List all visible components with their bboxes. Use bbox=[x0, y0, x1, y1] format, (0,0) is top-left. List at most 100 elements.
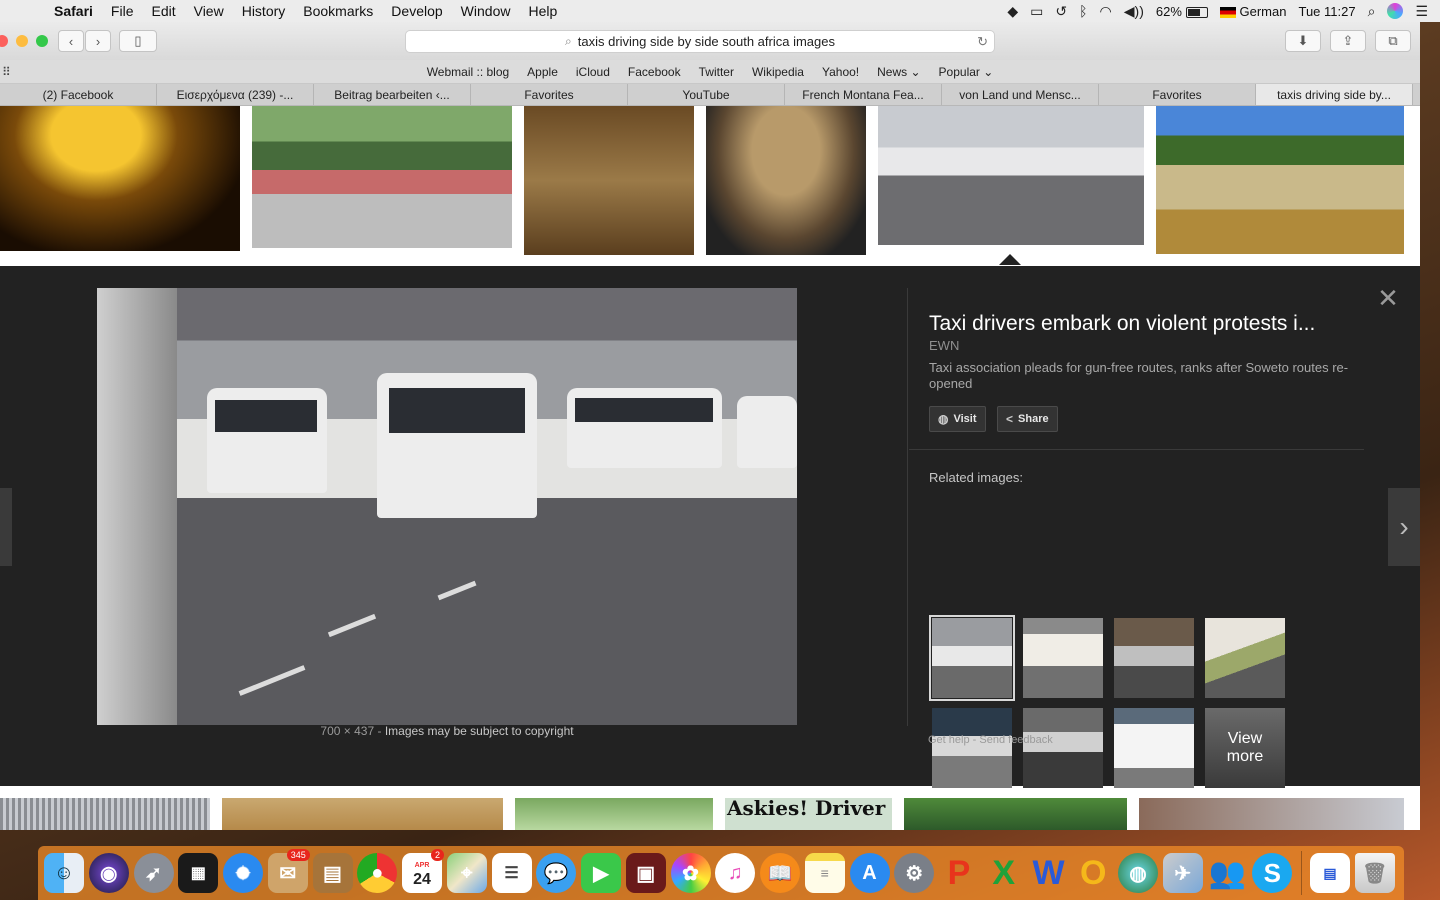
menu-help[interactable]: Help bbox=[519, 3, 566, 19]
dock-ibooks[interactable]: 📖 bbox=[758, 851, 802, 895]
dock-powerpoint[interactable]: P bbox=[937, 851, 981, 895]
dock-safari[interactable]: ✦ bbox=[221, 851, 265, 895]
tab-taxis-search[interactable]: taxis driving side by... bbox=[1256, 84, 1413, 105]
result-thumbnail[interactable] bbox=[515, 798, 713, 830]
copyright-notice[interactable]: Images may be subject to copyright bbox=[385, 724, 574, 738]
preview-image[interactable] bbox=[97, 288, 797, 725]
dock-finder[interactable]: ☺ bbox=[42, 851, 86, 895]
reload-icon[interactable]: ↻ bbox=[977, 34, 988, 50]
fav-icloud[interactable]: iCloud bbox=[576, 65, 610, 79]
tab-inbox[interactable]: Εισερχόμενα (239) -... bbox=[157, 84, 314, 105]
result-thumbnail-text[interactable]: Askies! Driver bbox=[725, 798, 892, 830]
related-image-thumbnail[interactable] bbox=[932, 708, 1012, 788]
menu-edit[interactable]: Edit bbox=[142, 3, 184, 19]
battery-status[interactable]: 62% bbox=[1156, 4, 1208, 19]
dock-system-preferences[interactable]: ⚙ bbox=[892, 851, 936, 895]
dock-migration[interactable]: ✈ bbox=[1161, 851, 1205, 895]
fav-wikipedia[interactable]: Wikipedia bbox=[752, 65, 804, 79]
close-window-button[interactable] bbox=[0, 35, 8, 47]
share-button[interactable]: < Share bbox=[997, 406, 1058, 432]
related-image-thumbnail[interactable] bbox=[1114, 618, 1194, 698]
dock-skype[interactable]: S bbox=[1250, 851, 1294, 895]
menu-bookmarks[interactable]: Bookmarks bbox=[294, 3, 382, 19]
clock[interactable]: Tue 11:27 bbox=[1298, 4, 1355, 19]
related-image-thumbnail[interactable] bbox=[929, 615, 1015, 701]
time-machine-icon[interactable]: ↺ bbox=[1055, 3, 1067, 20]
related-image-thumbnail[interactable] bbox=[1205, 618, 1285, 698]
dock-excel[interactable]: X bbox=[982, 851, 1026, 895]
dock-siri[interactable]: ◉ bbox=[87, 851, 131, 895]
menu-window[interactable]: Window bbox=[452, 3, 520, 19]
dock-mail[interactable]: ✉ 345 bbox=[266, 849, 310, 895]
share-toolbar-button[interactable]: ⇪ bbox=[1330, 30, 1366, 52]
wifi-icon[interactable]: ◠ bbox=[1100, 3, 1112, 20]
result-thumbnail[interactable] bbox=[904, 798, 1127, 830]
dock-calendar[interactable]: APR 24 2 bbox=[400, 849, 444, 895]
dock-messages[interactable]: 💬 bbox=[534, 851, 578, 895]
sidebar-toggle-button[interactable]: ▯ bbox=[119, 30, 157, 52]
tab-beitrag[interactable]: Beitrag bearbeiten ‹... bbox=[314, 84, 471, 105]
get-help-link[interactable]: Get help bbox=[928, 734, 970, 746]
dock-launchpad[interactable]: ➶ bbox=[132, 851, 176, 895]
fav-facebook[interactable]: Facebook bbox=[628, 65, 681, 79]
airplay-icon[interactable]: ▭ bbox=[1030, 3, 1043, 20]
result-thumbnail[interactable] bbox=[706, 106, 866, 255]
minimize-window-button[interactable] bbox=[16, 35, 28, 47]
fav-apple[interactable]: Apple bbox=[527, 65, 558, 79]
volume-icon[interactable]: ◀)) bbox=[1124, 3, 1144, 20]
result-thumbnail[interactable] bbox=[0, 106, 240, 251]
menu-view[interactable]: View bbox=[185, 3, 233, 19]
forward-button[interactable]: › bbox=[85, 30, 111, 52]
address-bar[interactable]: ⌕ taxis driving side by side south afric… bbox=[405, 30, 995, 53]
tab-favorites-2[interactable]: Favorites bbox=[1099, 84, 1256, 105]
bluetooth-icon[interactable]: ᛒ bbox=[1079, 3, 1087, 19]
dock-outlook[interactable]: O bbox=[1071, 851, 1115, 895]
dock-notes[interactable]: ≡ bbox=[803, 851, 847, 895]
related-image-thumbnail[interactable] bbox=[1023, 618, 1103, 698]
menu-develop[interactable]: Develop bbox=[382, 3, 451, 19]
dock-photo-viewer[interactable]: ▣ bbox=[624, 851, 668, 895]
preview-title[interactable]: Taxi drivers embark on violent protests … bbox=[929, 312, 1349, 336]
tab-favorites-1[interactable]: Favorites bbox=[471, 84, 628, 105]
dock-reminders[interactable]: ☰ bbox=[490, 851, 534, 895]
new-tab-button[interactable]: + bbox=[1413, 84, 1420, 105]
dock-photos[interactable]: ✿ bbox=[669, 851, 713, 895]
tab-youtube[interactable]: YouTube bbox=[628, 84, 785, 105]
dock-family-sharing[interactable]: 👥 bbox=[1206, 851, 1250, 895]
siri-icon[interactable] bbox=[1387, 3, 1404, 19]
dock-chrome[interactable]: ● bbox=[355, 851, 399, 895]
dock-itunes[interactable]: ♫ bbox=[713, 851, 757, 895]
result-thumbnail[interactable] bbox=[0, 798, 210, 830]
visit-button[interactable]: ◍ Visit bbox=[929, 406, 986, 432]
fav-news-menu[interactable]: News ⌄ bbox=[877, 65, 920, 79]
fav-popular-menu[interactable]: Popular ⌄ bbox=[939, 65, 994, 79]
dropbox-icon[interactable]: ◆ bbox=[1007, 3, 1018, 20]
dock-trash[interactable]: 🗑 bbox=[1353, 851, 1397, 895]
tab-overview-button[interactable]: ⧉ bbox=[1375, 30, 1411, 52]
tab-french-montana[interactable]: French Montana Fea... bbox=[785, 84, 942, 105]
result-thumbnail[interactable] bbox=[1139, 798, 1404, 830]
fav-webmail[interactable]: Webmail :: blog bbox=[427, 65, 509, 79]
dock-word[interactable]: W bbox=[1027, 851, 1071, 895]
menu-file[interactable]: File bbox=[102, 3, 143, 19]
downloads-button[interactable]: ⬇ bbox=[1285, 30, 1321, 52]
result-thumbnail[interactable] bbox=[1156, 106, 1404, 254]
dock-photo-booth[interactable]: ▦ bbox=[176, 851, 220, 895]
back-button[interactable]: ‹ bbox=[58, 30, 84, 52]
fav-yahoo[interactable]: Yahoo! bbox=[822, 65, 859, 79]
dock-facetime[interactable]: ▶ bbox=[579, 851, 623, 895]
result-thumbnail[interactable] bbox=[252, 106, 512, 248]
dock-document[interactable]: ▤ bbox=[1308, 851, 1352, 895]
next-image-button[interactable]: › bbox=[1388, 488, 1420, 566]
spotlight-search-icon[interactable]: ⌕ bbox=[1368, 3, 1376, 20]
top-sites-icon[interactable]: ⠿ bbox=[2, 65, 11, 79]
tab-facebook[interactable]: (2) Facebook bbox=[0, 84, 157, 105]
result-thumbnail[interactable] bbox=[222, 798, 503, 830]
menu-history[interactable]: History bbox=[233, 3, 295, 19]
related-image-thumbnail[interactable] bbox=[1114, 708, 1194, 788]
menu-app-name[interactable]: Safari bbox=[48, 3, 102, 19]
send-feedback-link[interactable]: Send feedback bbox=[979, 734, 1052, 746]
fullscreen-window-button[interactable] bbox=[36, 35, 48, 47]
dock-maps[interactable]: ⌖ bbox=[445, 851, 489, 895]
result-thumbnail[interactable] bbox=[524, 106, 694, 255]
